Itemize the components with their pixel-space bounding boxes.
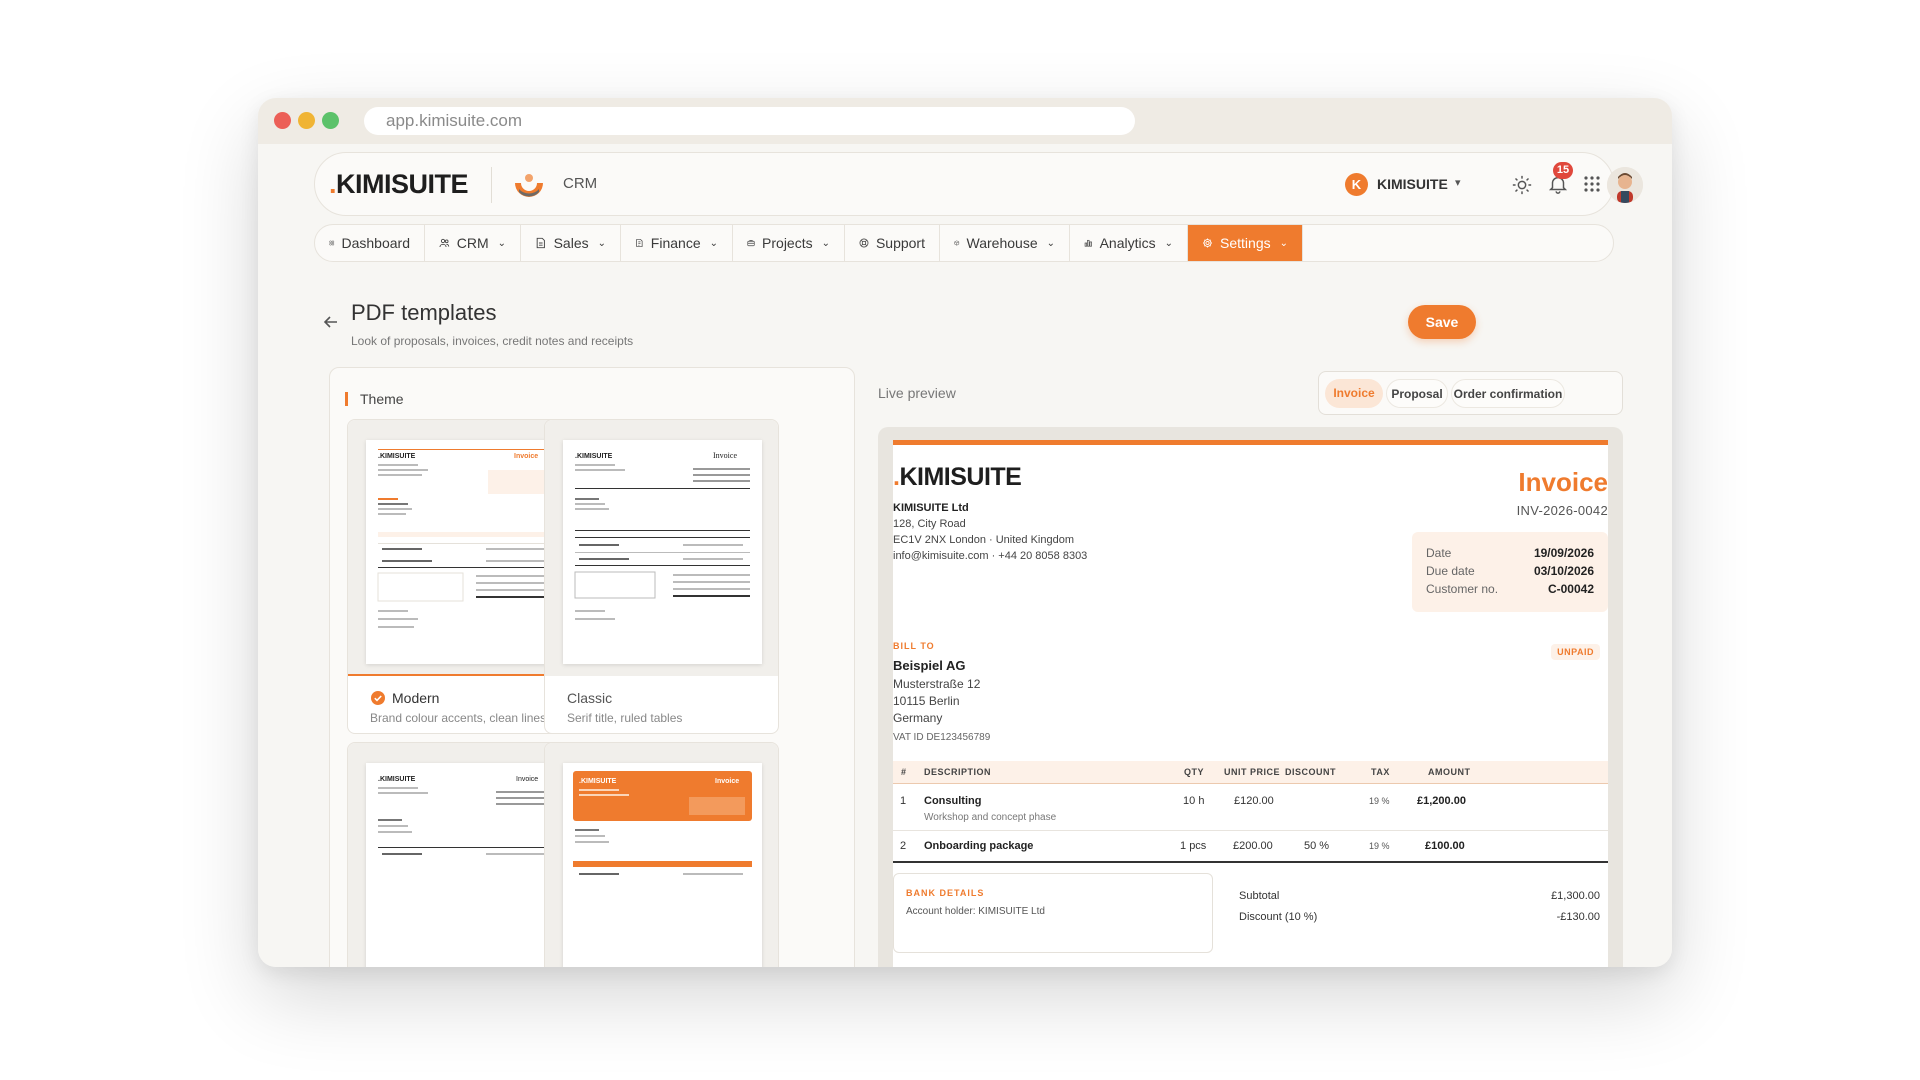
tab-order-confirmation[interactable]: Order confirmation <box>1451 379 1565 408</box>
bill-to-name: Beispiel AG <box>893 658 966 673</box>
user-avatar[interactable] <box>1607 167 1643 203</box>
theme-card[interactable]: .KIMISUITE Invoice <box>544 742 779 967</box>
address-bar[interactable]: app.kimisuite.com <box>364 107 1135 135</box>
table-row: 1 Consulting Workshop and concept phase … <box>900 795 1466 823</box>
svg-text:Invoice: Invoice <box>514 453 538 460</box>
app-content: .KIMISUITE CRM K KIMISUITE ▾ 15 Dashboar… <box>258 144 1672 967</box>
module-label: CRM <box>563 175 598 192</box>
nav-warehouse[interactable]: Warehouse ⌄ <box>940 225 1070 261</box>
bill-to-label: BILL TO <box>893 641 935 651</box>
chevron-down-icon: ⌄ <box>1046 237 1055 249</box>
app-logo[interactable]: .KIMISUITE <box>329 169 469 200</box>
theme-card-classic[interactable]: .KIMISUITE Invoice Classic Serif title, … <box>544 419 779 734</box>
tab-invoice[interactable]: Invoice <box>1325 379 1383 408</box>
chevron-down-icon: ⌄ <box>1279 237 1288 249</box>
nav-dashboard[interactable]: Dashboard <box>315 225 425 261</box>
modern-template-preview: .KIMISUITE Invoice <box>366 440 565 664</box>
gear-icon <box>1203 238 1212 248</box>
users-icon <box>439 238 450 248</box>
table-row: 2 Onboarding package 1 pcs £200.00 50 % … <box>900 840 1465 852</box>
check-circle-icon <box>371 691 385 705</box>
invoice-number: INV-2026-0042 <box>1516 503 1608 518</box>
theme-thumbnail: .KIMISUITE Invoice <box>545 420 778 676</box>
document-icon <box>536 237 545 249</box>
minimize-window-button[interactable] <box>298 112 315 129</box>
theme-description: Brand colour accents, clean lines <box>370 711 547 725</box>
meta-row-date: Date 19/09/2026 <box>1426 546 1594 560</box>
theme-section-label: Theme <box>345 392 404 406</box>
briefcase-icon <box>747 240 755 247</box>
sun-icon[interactable] <box>1511 174 1533 196</box>
invoice-meta: Date 19/09/2026 Due date 03/10/2026 Custom… <box>1412 532 1608 612</box>
invoice-title: Invoice <box>1518 467 1608 497</box>
bar-chart-icon <box>1084 239 1092 247</box>
lifebuoy-icon <box>859 238 869 248</box>
table-bottom-rule <box>893 861 1608 863</box>
bill-to-vat: VAT ID DE123456789 <box>893 732 991 743</box>
invoice-icon <box>636 239 643 247</box>
nav-projects[interactable]: Projects ⌄ <box>733 225 845 261</box>
nav-finance[interactable]: Finance ⌄ <box>621 225 733 261</box>
theme-description: Serif title, ruled tables <box>567 711 683 725</box>
svg-text:.KIMISUITE: .KIMISUITE <box>378 776 416 783</box>
chevron-down-icon[interactable]: ▾ <box>1455 176 1461 189</box>
nav-support[interactable]: Support <box>845 225 940 261</box>
total-row-subtotal: Subtotal £1,300.00 <box>1239 890 1600 902</box>
main-nav: Dashboard CRM ⌄ Sales ⌄ Finance ⌄ Projects ⌄… <box>314 224 1614 262</box>
close-window-button[interactable] <box>274 112 291 129</box>
theme-name: Modern <box>370 690 439 706</box>
chevron-down-icon: ⌄ <box>597 237 606 249</box>
tab-proposal[interactable]: Proposal <box>1386 379 1448 408</box>
page-title: PDF templates <box>351 300 497 325</box>
theme-thumbnail: .KIMISUITE Invoice <box>545 743 778 967</box>
svg-text:Invoice: Invoice <box>713 451 737 460</box>
chevron-down-icon: ⌄ <box>1164 237 1173 249</box>
items-table-header: # DESCRIPTION QTY UNIT PRICE DISCOUNT TA… <box>893 761 1608 784</box>
theme-panel: Theme .KIMISUITE Invoice Modern Brand co… <box>329 367 855 967</box>
org-switcher[interactable]: KIMISUITE <box>1377 176 1448 192</box>
org-avatar[interactable]: K <box>1345 173 1368 196</box>
page-subtitle: Look of proposals, invoices, credit note… <box>351 334 634 348</box>
invoice-document: .KIMISUITE KIMISUITE Ltd 128, City Road … <box>893 440 1608 967</box>
save-button[interactable]: Save <box>1408 305 1476 339</box>
chevron-down-icon: ⌄ <box>709 237 718 249</box>
company-address: KIMISUITE Ltd 128, City Road EC1V 2NX Lo… <box>893 502 1088 562</box>
app-header: .KIMISUITE CRM K KIMISUITE ▾ 15 <box>314 152 1643 216</box>
theme-name: Classic <box>567 690 613 706</box>
document-type-tabs: Invoice Proposal Order confirmation <box>1318 371 1623 415</box>
chevron-down-icon: ⌄ <box>497 237 506 249</box>
meta-row-customer-no: Customer no. C-00042 <box>1426 582 1594 596</box>
chevron-down-icon: ⌄ <box>821 237 830 249</box>
dashboard-icon <box>329 240 335 246</box>
nav-analytics[interactable]: Analytics ⌄ <box>1070 225 1188 261</box>
svg-text:Invoice: Invoice <box>516 776 538 783</box>
classic-template-preview: .KIMISUITE Invoice <box>563 440 762 664</box>
meta-row-due-date: Due date 03/10/2026 <box>1426 564 1594 578</box>
notification-badge: 15 <box>1553 162 1573 179</box>
apps-grid-icon[interactable] <box>1583 175 1601 193</box>
status-badge: UNPAID <box>1551 644 1600 660</box>
svg-text:.KIMISUITE: .KIMISUITE <box>575 453 613 460</box>
header-divider <box>491 167 492 203</box>
browser-window: app.kimisuite.com .KIMISUITE CRM K KIMIS… <box>258 98 1672 967</box>
browser-titlebar: app.kimisuite.com <box>258 98 1672 144</box>
invoice-logo: .KIMISUITE <box>893 463 1022 491</box>
box-icon <box>954 240 960 246</box>
svg-text:.KIMISUITE: .KIMISUITE <box>579 778 617 785</box>
nav-settings[interactable]: Settings ⌄ <box>1188 225 1303 261</box>
bank-details: BANK DETAILS Account holder: KIMISUITE L… <box>893 873 1213 953</box>
nav-crm[interactable]: CRM ⌄ <box>425 225 521 261</box>
maximize-window-button[interactable] <box>322 112 339 129</box>
template-preview: .KIMISUITE Invoice <box>563 763 762 967</box>
back-arrow-icon[interactable] <box>322 313 340 331</box>
bill-to-address: Musterstraße 12 10115 Berlin Germany <box>893 677 981 725</box>
live-preview-label: Live preview <box>878 385 956 401</box>
crm-logo-icon <box>515 174 543 197</box>
nav-sales[interactable]: Sales ⌄ <box>521 225 621 261</box>
svg-text:.KIMISUITE: .KIMISUITE <box>378 453 416 460</box>
template-preview: .KIMISUITE Invoice <box>366 763 565 967</box>
total-row-discount: Discount (10 %) -£130.00 <box>1239 911 1600 923</box>
preview-frame: .KIMISUITE KIMISUITE Ltd 128, City Road … <box>878 427 1623 967</box>
svg-text:Invoice: Invoice <box>715 778 739 785</box>
